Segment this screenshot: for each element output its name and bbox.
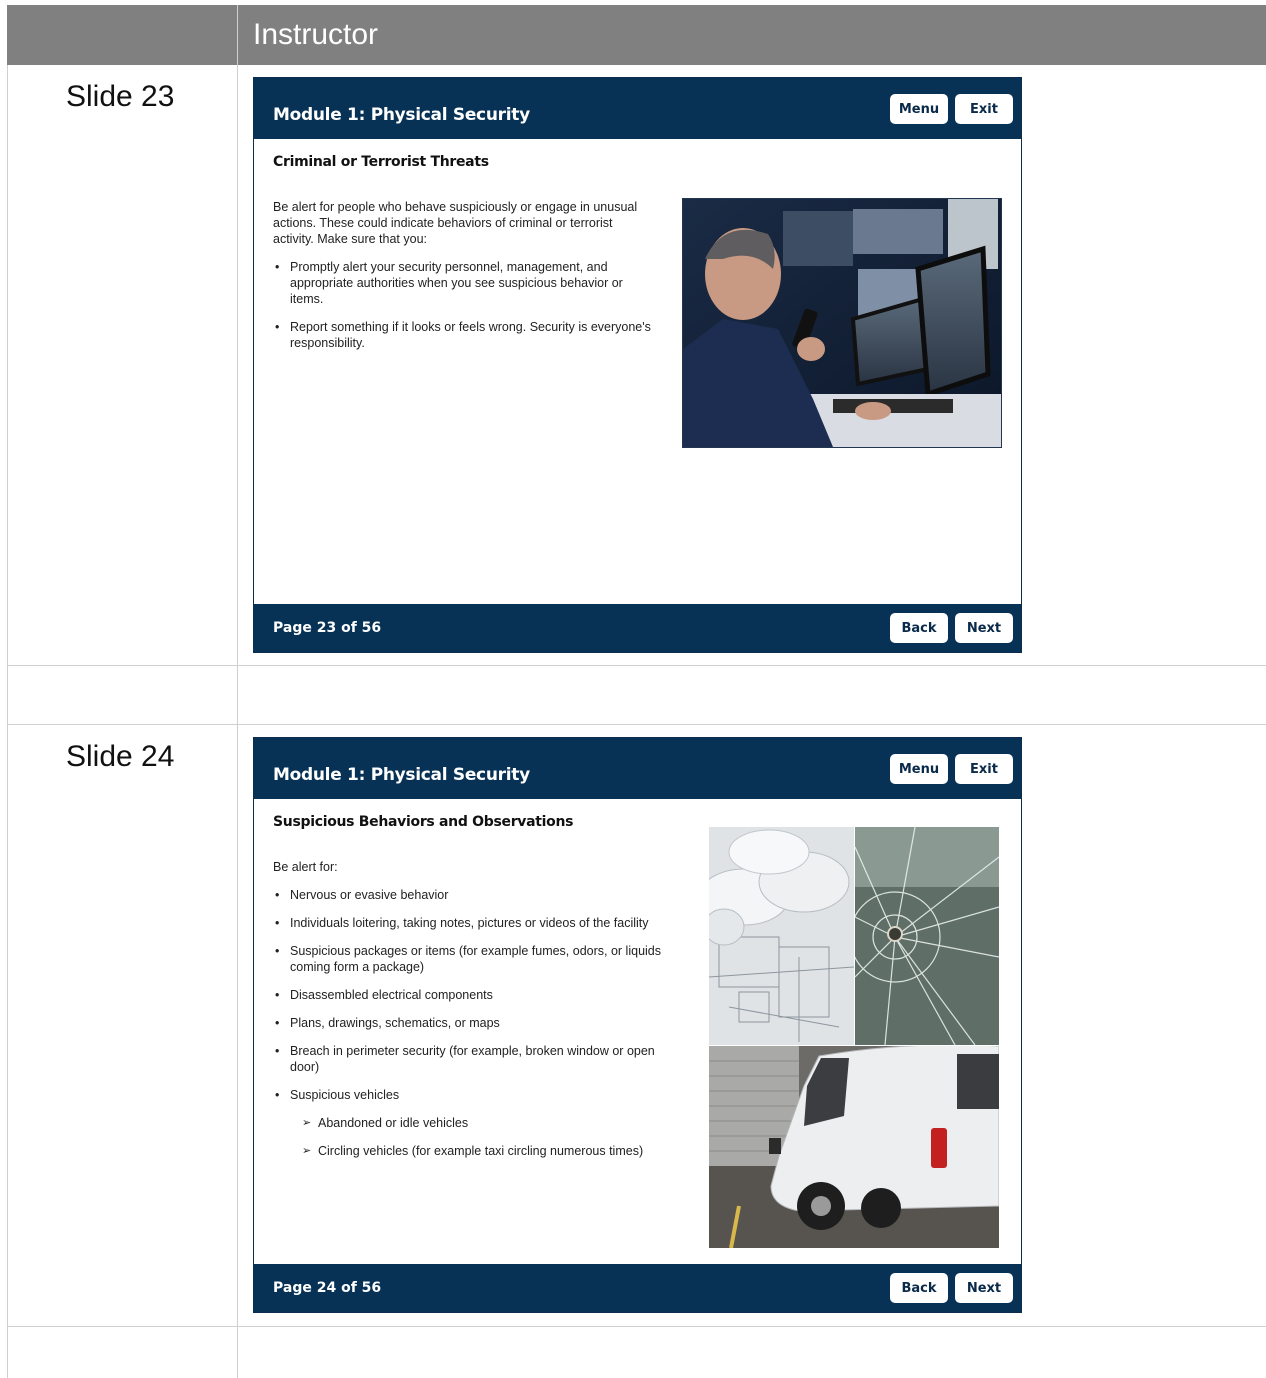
row-divider bbox=[7, 724, 1266, 725]
list-item: Promptly alert your security personnel, … bbox=[273, 259, 653, 307]
slide-heading: Suspicious Behaviors and Observations bbox=[273, 814, 574, 830]
intro-text: Be alert for people who behave suspiciou… bbox=[273, 200, 638, 246]
blueprints-photo bbox=[709, 827, 854, 1045]
table-header bbox=[7, 5, 1266, 65]
slide-label: Slide 23 bbox=[66, 80, 175, 113]
next-button[interactable]: Next bbox=[955, 1273, 1013, 1303]
page-indicator: Page 24 of 56 bbox=[273, 1280, 382, 1296]
module-title: Module 1: Physical Security bbox=[273, 105, 530, 125]
list-item: Report something if it looks or feels wr… bbox=[273, 319, 653, 351]
list-item: Individuals loitering, taking notes, pic… bbox=[273, 915, 685, 931]
column-divider bbox=[237, 5, 238, 1378]
back-button[interactable]: Back bbox=[890, 1273, 948, 1303]
row-divider bbox=[7, 1326, 1266, 1327]
broken-glass-photo bbox=[855, 827, 999, 1045]
list-item: Breach in perimeter security (for exampl… bbox=[273, 1043, 685, 1075]
list-item: Suspicious packages or items (for exampl… bbox=[273, 943, 685, 975]
slide-header: Module 1: Physical Security Menu Exit bbox=[254, 78, 1021, 139]
bullet-list: Promptly alert your security personnel, … bbox=[273, 259, 653, 351]
sub-list-item: Abandoned or idle vehicles bbox=[273, 1115, 685, 1131]
next-button[interactable]: Next bbox=[955, 613, 1013, 643]
list-item: Suspicious vehicles bbox=[273, 1087, 685, 1103]
module-title: Module 1: Physical Security bbox=[273, 765, 530, 785]
exit-button[interactable]: Exit bbox=[955, 754, 1013, 784]
security-officer-photo bbox=[682, 198, 1002, 448]
slide-footer: Page 24 of 56 Back Next bbox=[254, 1264, 1021, 1312]
list-item: Plans, drawings, schematics, or maps bbox=[273, 1015, 685, 1031]
list-item: Disassembled electrical components bbox=[273, 987, 685, 1003]
slide-24: Module 1: Physical Security Menu Exit Su… bbox=[253, 737, 1022, 1313]
column-header-instructor: Instructor bbox=[253, 18, 379, 51]
van-photo bbox=[709, 1046, 999, 1248]
exit-button[interactable]: Exit bbox=[955, 94, 1013, 124]
row-divider bbox=[7, 665, 1266, 666]
slide-label: Slide 24 bbox=[66, 740, 175, 773]
menu-button[interactable]: Menu bbox=[890, 94, 948, 124]
menu-button[interactable]: Menu bbox=[890, 754, 948, 784]
slide-23: Module 1: Physical Security Menu Exit Cr… bbox=[253, 77, 1022, 653]
bullet-list: Nervous or evasive behavior Individuals … bbox=[273, 887, 685, 1159]
page-indicator: Page 23 of 56 bbox=[273, 620, 382, 636]
slide-footer: Page 23 of 56 Back Next bbox=[254, 604, 1021, 652]
back-button[interactable]: Back bbox=[890, 613, 948, 643]
slide-heading: Criminal or Terrorist Threats bbox=[273, 154, 489, 170]
sub-list-item: Circling vehicles (for example taxi circ… bbox=[273, 1143, 685, 1159]
slide-header: Module 1: Physical Security Menu Exit bbox=[254, 738, 1021, 799]
list-item: Nervous or evasive behavior bbox=[273, 887, 685, 903]
intro-text: Be alert for: bbox=[273, 860, 338, 874]
